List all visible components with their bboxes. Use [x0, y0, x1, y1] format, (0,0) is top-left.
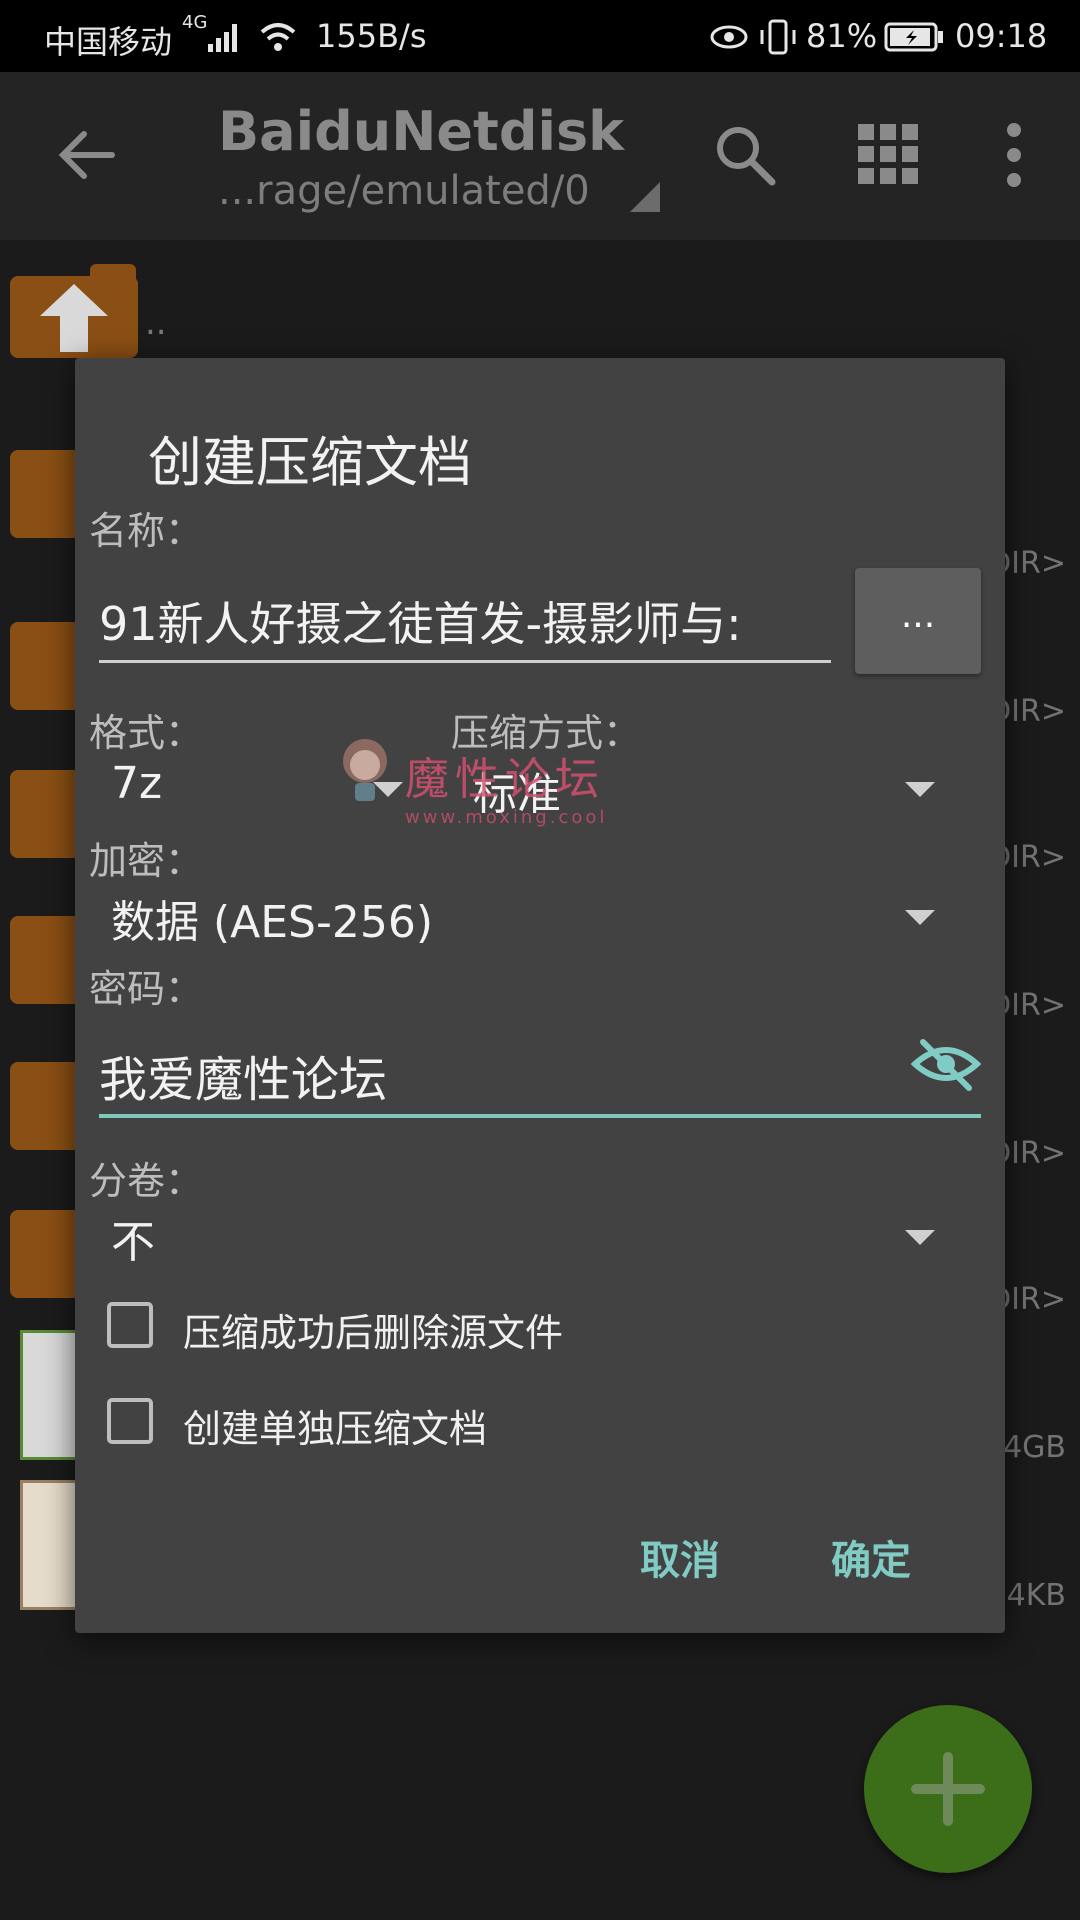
parent-dir-label[interactable]: ..	[145, 303, 167, 343]
back-arrow-icon[interactable]	[52, 120, 122, 190]
path-label[interactable]: ...rage/emulated/0	[218, 168, 590, 214]
file-size-label: 4KB	[1006, 1578, 1066, 1613]
split-select[interactable]: 不	[89, 1196, 981, 1272]
create-archive-dialog: 创建压缩文档 名称： 91新人好摄之徒首发-摄影师与: ... 格式： 压缩方式…	[75, 358, 1005, 1633]
ok-button[interactable]: 确定	[831, 1528, 911, 1586]
encryption-select[interactable]: 数据 (AES-256)	[89, 876, 981, 952]
archive-file-icon[interactable]	[20, 1480, 82, 1610]
network-type-label: 4G	[182, 12, 208, 33]
password-input[interactable]: 我爱魔性论坛	[99, 1028, 981, 1118]
apk-file-icon[interactable]	[20, 1330, 82, 1460]
path-dropdown-icon[interactable]	[628, 180, 662, 214]
chevron-down-icon	[905, 782, 935, 797]
search-icon[interactable]	[712, 122, 778, 188]
plus-icon	[911, 1752, 985, 1826]
split-value: 不	[111, 1217, 155, 1268]
file-size-label: 4GB	[1003, 1430, 1066, 1465]
parent-folder-icon[interactable]	[10, 264, 138, 358]
archive-name-input[interactable]: 91新人好摄之徒首发-摄影师与:	[99, 576, 831, 663]
encryption-value: 数据 (AES-256)	[111, 897, 434, 948]
battery-percent-label: 81%	[806, 17, 878, 55]
vibrate-icon	[760, 19, 796, 55]
separate-archive-label: 创建单独压缩文档	[183, 1407, 488, 1451]
dialog-title: 创建压缩文档	[148, 431, 472, 494]
watermark-mascot-icon	[343, 739, 387, 801]
wifi-icon	[260, 23, 296, 51]
visibility-off-icon[interactable]	[911, 1036, 981, 1092]
grid-icon[interactable]	[856, 122, 920, 186]
name-label: 名称：	[89, 509, 204, 553]
battery-icon	[884, 22, 943, 52]
browse-button[interactable]: ...	[855, 568, 981, 674]
add-fab-button[interactable]	[864, 1705, 1032, 1873]
chevron-down-icon	[905, 1230, 935, 1245]
delete-source-checkbox[interactable]	[107, 1302, 153, 1348]
format-value: 7z	[111, 758, 163, 809]
watermark-url: www.moxing.cool	[405, 807, 608, 828]
separate-archive-option[interactable]: 创建单独压缩文档	[75, 1384, 775, 1460]
cancel-button[interactable]: 取消	[640, 1528, 720, 1586]
delete-source-label: 压缩成功后删除源文件	[183, 1311, 564, 1355]
chevron-down-icon	[905, 910, 935, 925]
watermark-text: 魔性论坛	[405, 754, 605, 805]
password-label: 密码：	[89, 967, 204, 1011]
password-value: 我爱魔性论坛	[99, 1052, 388, 1108]
app-bar: BaiduNetdisk ...rage/emulated/0	[0, 72, 1080, 240]
archive-name-value: 91新人好摄之徒首发-摄影师与:	[99, 597, 742, 651]
network-speed-label: 155B/s	[316, 17, 427, 55]
folder-title: BaiduNetdisk	[218, 100, 625, 163]
more-vert-icon[interactable]	[996, 122, 1032, 188]
delete-source-option[interactable]: 压缩成功后删除源文件	[75, 1288, 775, 1364]
carrier-label: 中国移动	[44, 23, 173, 61]
clock-label: 09:18	[955, 17, 1048, 55]
eye-comfort-icon	[710, 25, 748, 49]
status-bar: 中国移动 4G 155B/s 81% 09:18	[0, 0, 1080, 72]
watermark: 魔性论坛 www.moxing.cool	[343, 739, 608, 828]
separate-archive-checkbox[interactable]	[107, 1398, 153, 1444]
cell-signal-icon	[208, 24, 237, 52]
